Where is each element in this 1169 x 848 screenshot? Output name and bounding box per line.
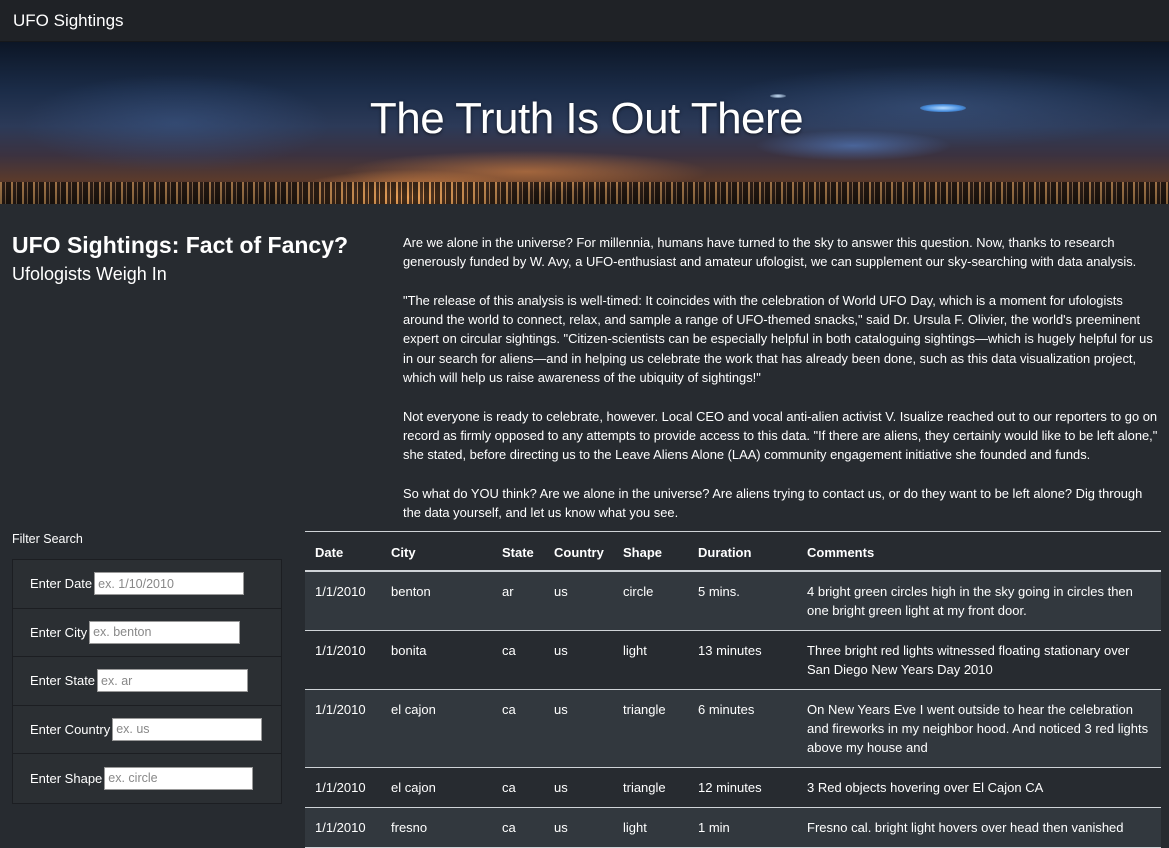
filter-list: Enter Date Enter City Enter State Enter …: [12, 559, 282, 804]
cell-duration: 12 minutes: [688, 767, 797, 808]
table-row: 1/1/2010 el cajon ca us triangle 12 minu…: [305, 767, 1161, 808]
cell-date: 1/1/2010: [305, 570, 381, 631]
cell-state: ca: [492, 767, 544, 808]
hero-banner: The Truth Is Out There: [0, 42, 1169, 204]
filter-item-country: Enter Country: [13, 706, 281, 754]
city-lights-horizon: [0, 182, 1169, 204]
cell-shape: light: [613, 630, 688, 690]
navbar: UFO Sightings: [0, 0, 1169, 42]
filter-item-shape: Enter Shape: [13, 754, 281, 803]
filter-label-country: Enter Country: [30, 721, 111, 737]
navbar-brand-link[interactable]: UFO Sightings: [13, 11, 124, 31]
column-header-duration: Duration: [688, 531, 797, 572]
filter-label-date: Enter Date: [30, 576, 93, 592]
article-paragraph: Not everyone is ready to celebrate, howe…: [403, 408, 1158, 463]
cell-country: us: [544, 807, 613, 848]
cell-country: us: [544, 630, 613, 690]
column-header-comments: Comments: [797, 531, 1161, 572]
cell-state: ca: [492, 689, 544, 768]
article-paragraph: So what do YOU think? Are we alone in th…: [403, 485, 1143, 521]
cell-city: el cajon: [381, 689, 492, 768]
cell-comments: On New Years Eve I went outside to hear …: [797, 689, 1161, 768]
table-row: 1/1/2010 fresno ca us light 1 min Fresno…: [305, 807, 1161, 848]
filter-panel: Filter Search Enter Date Enter City Ente…: [12, 532, 282, 804]
cell-city: el cajon: [381, 767, 492, 808]
article-paragraph: Are we alone in the universe? For millen…: [403, 235, 1137, 270]
article-heading: UFO Sightings: Fact of Fancy?: [12, 232, 349, 258]
cell-comments: Three bright red lights witnessed floati…: [797, 630, 1161, 690]
filter-label-shape: Enter Shape: [30, 770, 103, 786]
cell-comments: 4 bright green circles high in the sky g…: [797, 570, 1161, 631]
cell-duration: 5 mins.: [688, 570, 797, 631]
column-header-date: Date: [305, 531, 381, 572]
date-filter-input[interactable]: [94, 572, 245, 596]
hero-title: The Truth Is Out There: [369, 94, 804, 143]
column-header-city: City: [381, 531, 492, 572]
cell-shape: triangle: [613, 689, 688, 768]
cell-shape: light: [613, 807, 688, 848]
cell-date: 1/1/2010: [305, 807, 381, 848]
cell-date: 1/1/2010: [305, 630, 381, 690]
cell-state: ar: [492, 570, 544, 631]
filter-item-state: Enter State: [13, 657, 281, 706]
intro-section: UFO Sightings: Fact of Fancy? Ufologists…: [0, 204, 1169, 530]
filter-title: Filter Search: [12, 532, 83, 546]
cell-city: fresno: [381, 807, 492, 848]
article-subheading: Ufologists Weigh In: [12, 264, 167, 284]
cell-comments: Fresno cal. bright light hovers over hea…: [797, 807, 1161, 848]
city-filter-input[interactable]: [89, 620, 241, 644]
cell-state: ca: [492, 630, 544, 690]
cell-date: 1/1/2010: [305, 767, 381, 808]
country-filter-input[interactable]: [112, 717, 263, 741]
cell-date: 1/1/2010: [305, 689, 381, 768]
table-header-row: Date City State Country Shape Duration C…: [305, 531, 1161, 572]
cell-duration: 6 minutes: [688, 689, 797, 768]
cell-duration: 1 min: [688, 807, 797, 848]
article-body: Are we alone in the universe? For millen…: [403, 233, 1159, 542]
cell-country: us: [544, 570, 613, 631]
cell-city: bonita: [381, 630, 492, 690]
table-row: 1/1/2010 benton ar us circle 5 mins. 4 b…: [305, 570, 1161, 631]
filter-label-city: Enter City: [30, 624, 88, 640]
cell-duration: 13 minutes: [688, 630, 797, 690]
table-row: 1/1/2010 el cajon ca us triangle 6 minut…: [305, 689, 1161, 768]
cell-country: us: [544, 767, 613, 808]
cell-comments: 3 Red objects hovering over El Cajon CA: [797, 767, 1161, 808]
column-header-country: Country: [544, 531, 613, 572]
shape-filter-input[interactable]: [104, 766, 254, 790]
filter-item-date: Enter Date: [13, 560, 281, 609]
cell-country: us: [544, 689, 613, 768]
filter-item-city: Enter City: [13, 609, 281, 657]
cell-shape: circle: [613, 570, 688, 631]
table-row: 1/1/2010 bonita ca us light 13 minutes T…: [305, 630, 1161, 690]
sightings-table: Date City State Country Shape Duration C…: [305, 531, 1161, 848]
cell-state: ca: [492, 807, 544, 848]
sightings-table-container: Date City State Country Shape Duration C…: [305, 531, 1161, 848]
cell-shape: triangle: [613, 767, 688, 808]
state-filter-input[interactable]: [97, 669, 249, 693]
filter-label-state: Enter State: [30, 673, 96, 689]
cell-city: benton: [381, 570, 492, 631]
intro-heading-block: UFO Sightings: Fact of Fancy? Ufologists…: [12, 232, 372, 286]
column-header-shape: Shape: [613, 531, 688, 572]
article-paragraph: "The release of this analysis is well-ti…: [403, 292, 1153, 386]
column-header-state: State: [492, 531, 544, 572]
